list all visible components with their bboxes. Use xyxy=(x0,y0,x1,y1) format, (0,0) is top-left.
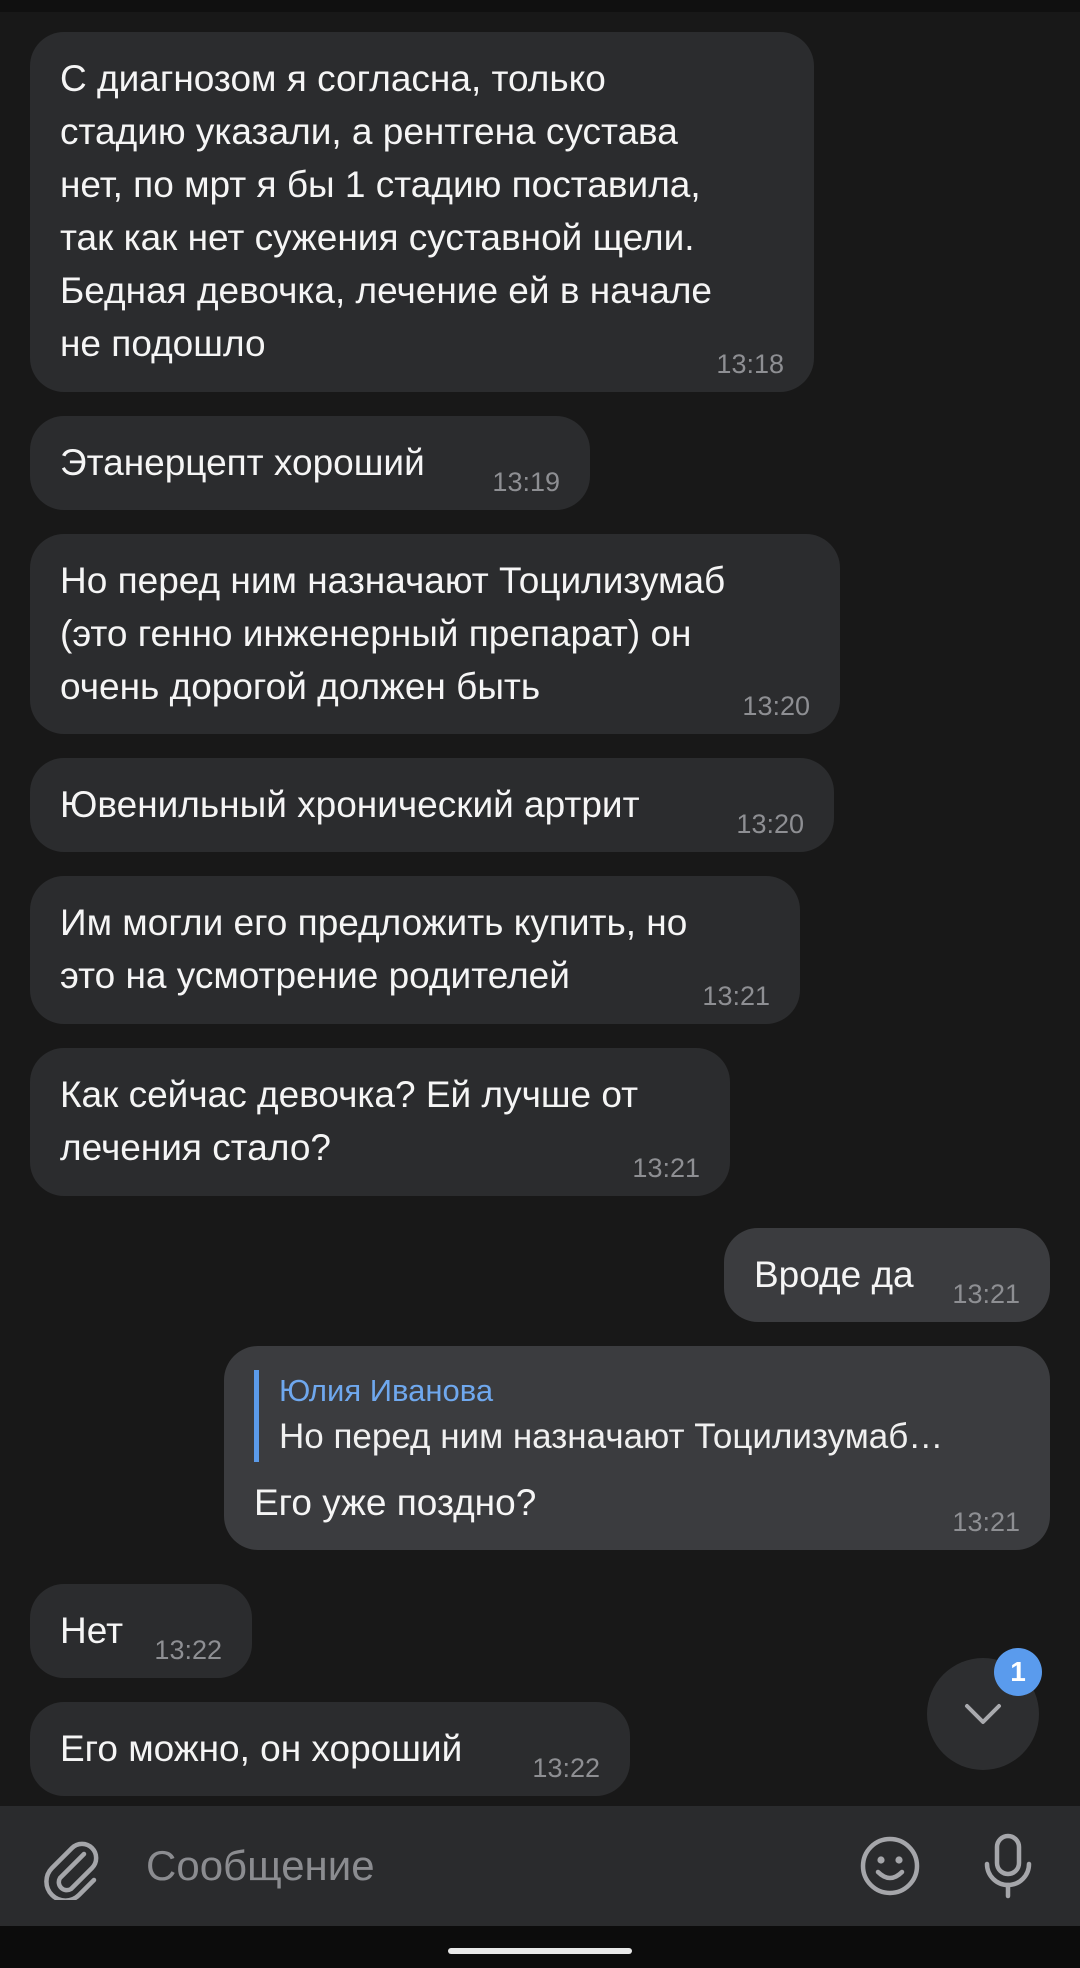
smiley-icon[interactable] xyxy=(858,1834,922,1898)
message-time: 13:20 xyxy=(742,691,810,721)
message-text: Его уже поздно? xyxy=(254,1482,537,1523)
reply-quote[interactable]: Юлия Иванова Но перед ним назначают Тоци… xyxy=(254,1370,1020,1462)
message-time: 13:19 xyxy=(492,467,560,497)
home-gesture-handle[interactable] xyxy=(448,1948,632,1954)
reply-text: Но перед ним назначают Тоцилизумаб… xyxy=(279,1417,944,1456)
message-bubble-incoming[interactable]: Но перед ним назначают Тоцилизумаб (это … xyxy=(30,534,840,734)
microphone-icon[interactable] xyxy=(976,1832,1040,1900)
message-time: 13:21 xyxy=(702,981,770,1011)
message-bubble-incoming[interactable]: Им могли его предложить купить, но это н… xyxy=(30,876,800,1024)
message-text: Этанерцепт хороший xyxy=(60,442,425,483)
message-time: 13:22 xyxy=(532,1753,600,1783)
status-bar-edge xyxy=(0,0,1080,12)
message-composer: Сообщение xyxy=(0,1806,1080,1926)
message-bubble-incoming[interactable]: Ювенильный хронический артрит 13:20 xyxy=(30,758,834,852)
message-bubble-outgoing[interactable]: Вроде да 13:21 xyxy=(724,1228,1050,1322)
message-bubble-outgoing-reply[interactable]: Юлия Иванова Но перед ним назначают Тоци… xyxy=(224,1346,1050,1550)
message-bubble-incoming[interactable]: С диагнозом я согласна, только стадию ук… xyxy=(30,32,814,392)
message-input[interactable]: Сообщение xyxy=(146,1838,375,1894)
message-text: Его можно, он хороший xyxy=(60,1728,463,1769)
paperclip-icon[interactable] xyxy=(40,1836,104,1900)
message-text: Как сейчас девочка? Ей лучше от лечения … xyxy=(60,1074,639,1168)
message-bubble-incoming[interactable]: Его можно, он хороший 13:22 xyxy=(30,1702,630,1796)
system-navigation-bar xyxy=(0,1926,1080,1968)
message-bubble-incoming[interactable]: Как сейчас девочка? Ей лучше от лечения … xyxy=(30,1048,730,1196)
message-text: Но перед ним назначают Тоцилизумаб (это … xyxy=(60,560,726,707)
reply-author: Юлия Иванова xyxy=(279,1373,494,1408)
message-bubble-incoming[interactable]: Этанерцепт хороший 13:19 xyxy=(30,416,590,510)
message-text: Им могли его предложить купить, но это н… xyxy=(60,902,688,996)
message-time: 13:20 xyxy=(736,809,804,839)
unread-badge: 1 xyxy=(994,1648,1042,1696)
message-time: 13:22 xyxy=(154,1635,222,1665)
message-time: 13:21 xyxy=(952,1279,1020,1309)
message-bubble-incoming[interactable]: Нет 13:22 xyxy=(30,1584,252,1678)
message-time: 13:21 xyxy=(952,1507,1020,1537)
message-time: 13:21 xyxy=(632,1153,700,1183)
message-text: С диагнозом я согласна, только стадию ук… xyxy=(60,58,712,364)
message-time: 13:18 xyxy=(716,349,784,379)
message-text: Ювенильный хронический артрит xyxy=(60,784,640,825)
chevron-down-icon xyxy=(965,1704,1001,1724)
